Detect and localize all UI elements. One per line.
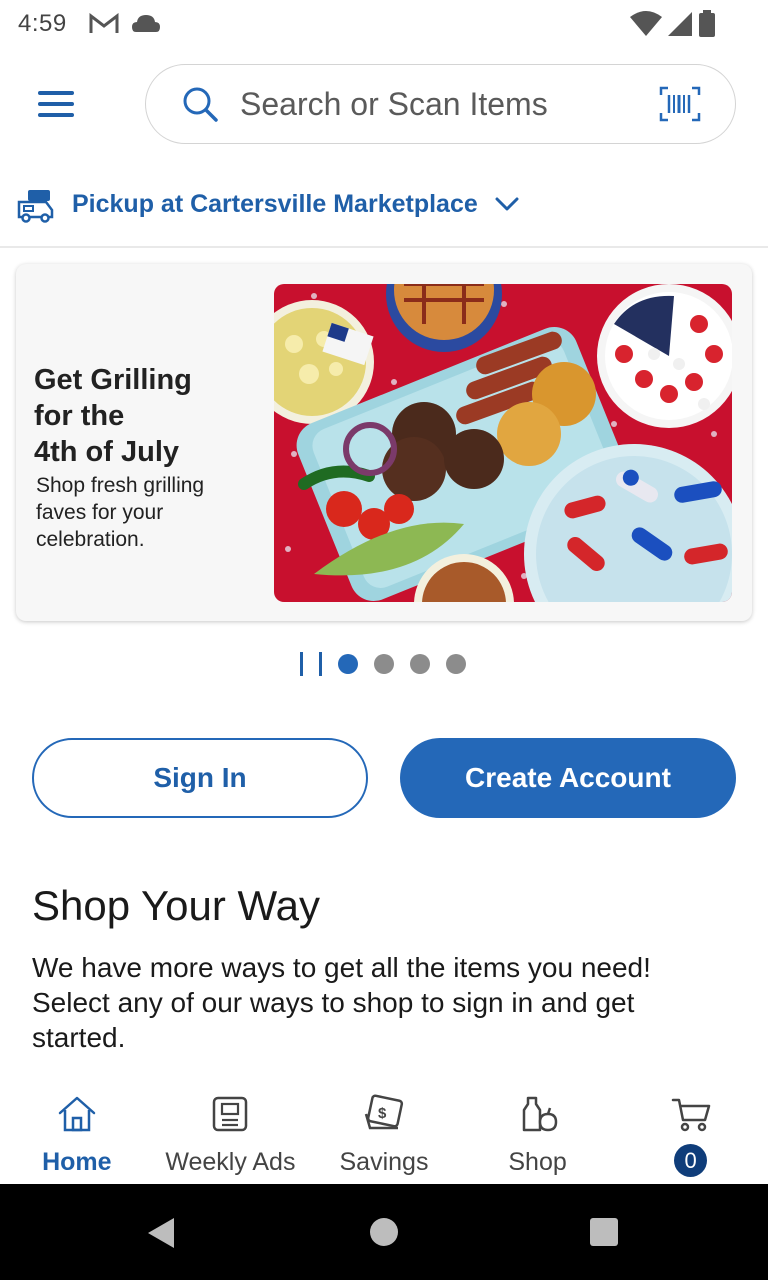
back-icon[interactable] xyxy=(146,1216,176,1250)
nav-item-home[interactable]: Home xyxy=(0,1084,154,1184)
home-circle-icon[interactable] xyxy=(369,1217,399,1247)
nav-item-cart[interactable]: 0 xyxy=(614,1084,768,1184)
promo-banner[interactable]: Get Grilling for the 4th of July Shop fres… xyxy=(16,264,752,621)
search-input[interactable] xyxy=(240,85,620,123)
barcode-scan-icon[interactable] xyxy=(659,85,701,123)
banner-title: Get Grilling for the 4th of July xyxy=(34,364,192,468)
pickup-location-label: Pickup at Cartersville Marketplace xyxy=(72,189,478,218)
cart-icon xyxy=(671,1098,711,1132)
nav-label-weekly-ads: Weekly Ads xyxy=(165,1148,296,1176)
nav-item-weekly-ads[interactable]: Weekly Ads xyxy=(154,1084,308,1184)
chevron-down-icon xyxy=(495,197,519,211)
status-time: 4:59 xyxy=(18,10,67,37)
menu-line xyxy=(38,102,74,106)
status-icons-right xyxy=(630,10,716,38)
status-bar: 4:59 xyxy=(0,0,768,48)
recents-icon[interactable] xyxy=(589,1217,619,1247)
pause-icon[interactable] xyxy=(300,652,322,676)
cart-count-badge: 0 xyxy=(674,1144,708,1177)
sign-in-button[interactable]: Sign In xyxy=(32,738,368,818)
gmail-icon xyxy=(89,13,119,33)
pickup-truck-icon xyxy=(17,190,54,223)
signal-icon xyxy=(668,12,692,36)
menu-line xyxy=(38,113,74,117)
status-icons-left xyxy=(89,12,161,36)
grocery-icon xyxy=(522,1096,557,1132)
header-divider xyxy=(0,246,768,248)
carousel-dot[interactable] xyxy=(446,654,466,674)
wifi-icon xyxy=(630,11,662,36)
shop-your-way-description: We have more ways to get all the items y… xyxy=(32,952,651,1053)
battery-icon xyxy=(699,10,715,37)
carousel-indicators xyxy=(300,652,466,676)
home-icon xyxy=(58,1096,96,1132)
shop-your-way-title: Shop Your Way xyxy=(32,882,320,929)
nav-label-savings: Savings xyxy=(339,1148,429,1176)
system-nav-bar xyxy=(0,1184,768,1280)
pickup-location-selector[interactable]: Pickup at Cartersville Marketplace xyxy=(16,180,520,228)
banner-food-image xyxy=(274,284,732,602)
coupon-icon: $ xyxy=(364,1094,404,1130)
search-bar[interactable] xyxy=(145,64,736,144)
banner-subtitle: Shop fresh grilling faves for your celeb… xyxy=(36,474,205,551)
nav-item-shop[interactable]: Shop xyxy=(461,1084,615,1184)
carousel-dot[interactable] xyxy=(374,654,394,674)
menu-line xyxy=(38,91,74,95)
newspaper-icon xyxy=(213,1096,248,1132)
bottom-nav: Home Weekly Ads $ Savings Shop 0 xyxy=(0,1084,768,1184)
cloud-icon xyxy=(131,15,160,32)
create-account-button[interactable]: Create Account xyxy=(400,738,736,818)
hamburger-menu-icon[interactable] xyxy=(36,88,76,120)
search-icon xyxy=(183,87,218,122)
cart-wrap: 0 xyxy=(671,1094,711,1177)
nav-label-home: Home xyxy=(42,1148,112,1176)
carousel-dot[interactable] xyxy=(338,654,358,674)
nav-label-shop: Shop xyxy=(508,1148,567,1176)
svg-text:$: $ xyxy=(378,1105,387,1122)
carousel-dot[interactable] xyxy=(410,654,430,674)
nav-item-savings[interactable]: $ Savings xyxy=(307,1084,461,1184)
